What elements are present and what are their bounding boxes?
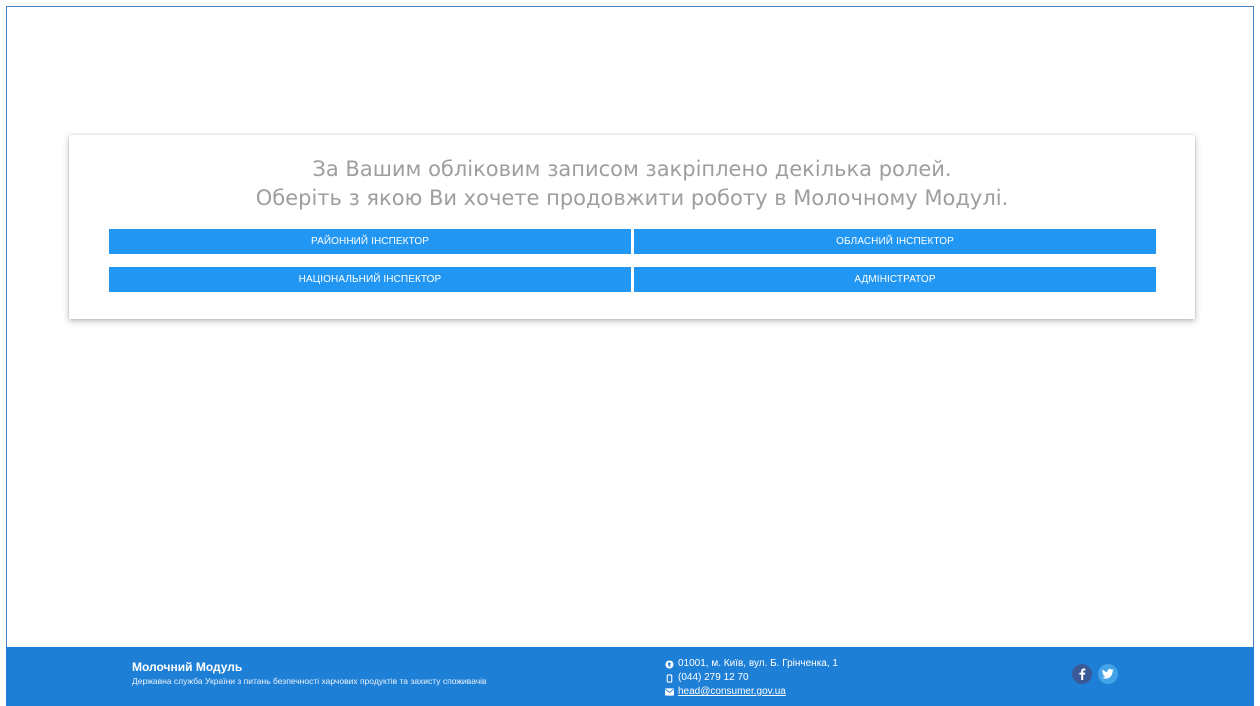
role-button-regional-inspector[interactable]: ОБЛАСНИЙ ІНСПЕКТОР	[634, 229, 1156, 254]
twitter-icon[interactable]	[1098, 664, 1118, 684]
contact-phone: (044) 279 12 70	[678, 672, 749, 683]
contact-email-row: head@consumer.gov.ua	[665, 685, 838, 699]
contact-phone-row: (044) 279 12 70	[665, 671, 838, 685]
facebook-icon[interactable]	[1072, 664, 1092, 684]
footer-title: Молочний Модуль	[132, 660, 243, 674]
contact-address: 01001, м. Київ, вул. Б. Грінченка, 1	[678, 658, 838, 669]
footer-subtitle: Державна служба України з питань безпечн…	[132, 676, 487, 686]
globe-icon	[665, 659, 674, 669]
heading-line-2: Оберіть з якою Ви хочете продовжити робо…	[255, 186, 1009, 210]
footer-brand: Молочний Модуль Державна служба України …	[132, 659, 492, 688]
role-button-national-inspector[interactable]: НАЦІОНАЛЬНИЙ ІНСПЕКТОР	[109, 267, 631, 292]
role-selection-heading: За Вашим обліковим записом закріплено де…	[69, 155, 1195, 213]
contact-address-row: 01001, м. Київ, вул. Б. Грінченка, 1	[665, 657, 838, 671]
footer-contacts: 01001, м. Київ, вул. Б. Грінченка, 1 (04…	[665, 657, 838, 699]
role-button-district-inspector[interactable]: РАЙОННИЙ ІНСПЕКТОР	[109, 229, 631, 254]
footer-social-links	[1072, 664, 1118, 684]
contact-email-link[interactable]: head@consumer.gov.ua	[678, 685, 786, 699]
mobile-phone-icon	[665, 673, 674, 683]
heading-line-1: За Вашим обліковим записом закріплено де…	[312, 157, 952, 181]
page-footer: Молочний Модуль Державна служба України …	[6, 647, 1254, 706]
envelope-icon	[665, 688, 674, 697]
role-selection-card: За Вашим обліковим записом закріплено де…	[69, 135, 1195, 319]
role-button-grid: РАЙОННИЙ ІНСПЕКТОР ОБЛАСНИЙ ІНСПЕКТОР НА…	[109, 229, 1156, 292]
page-frame: За Вашим обліковим записом закріплено де…	[6, 6, 1254, 706]
role-button-administrator[interactable]: АДМІНІСТРАТОР	[634, 267, 1156, 292]
